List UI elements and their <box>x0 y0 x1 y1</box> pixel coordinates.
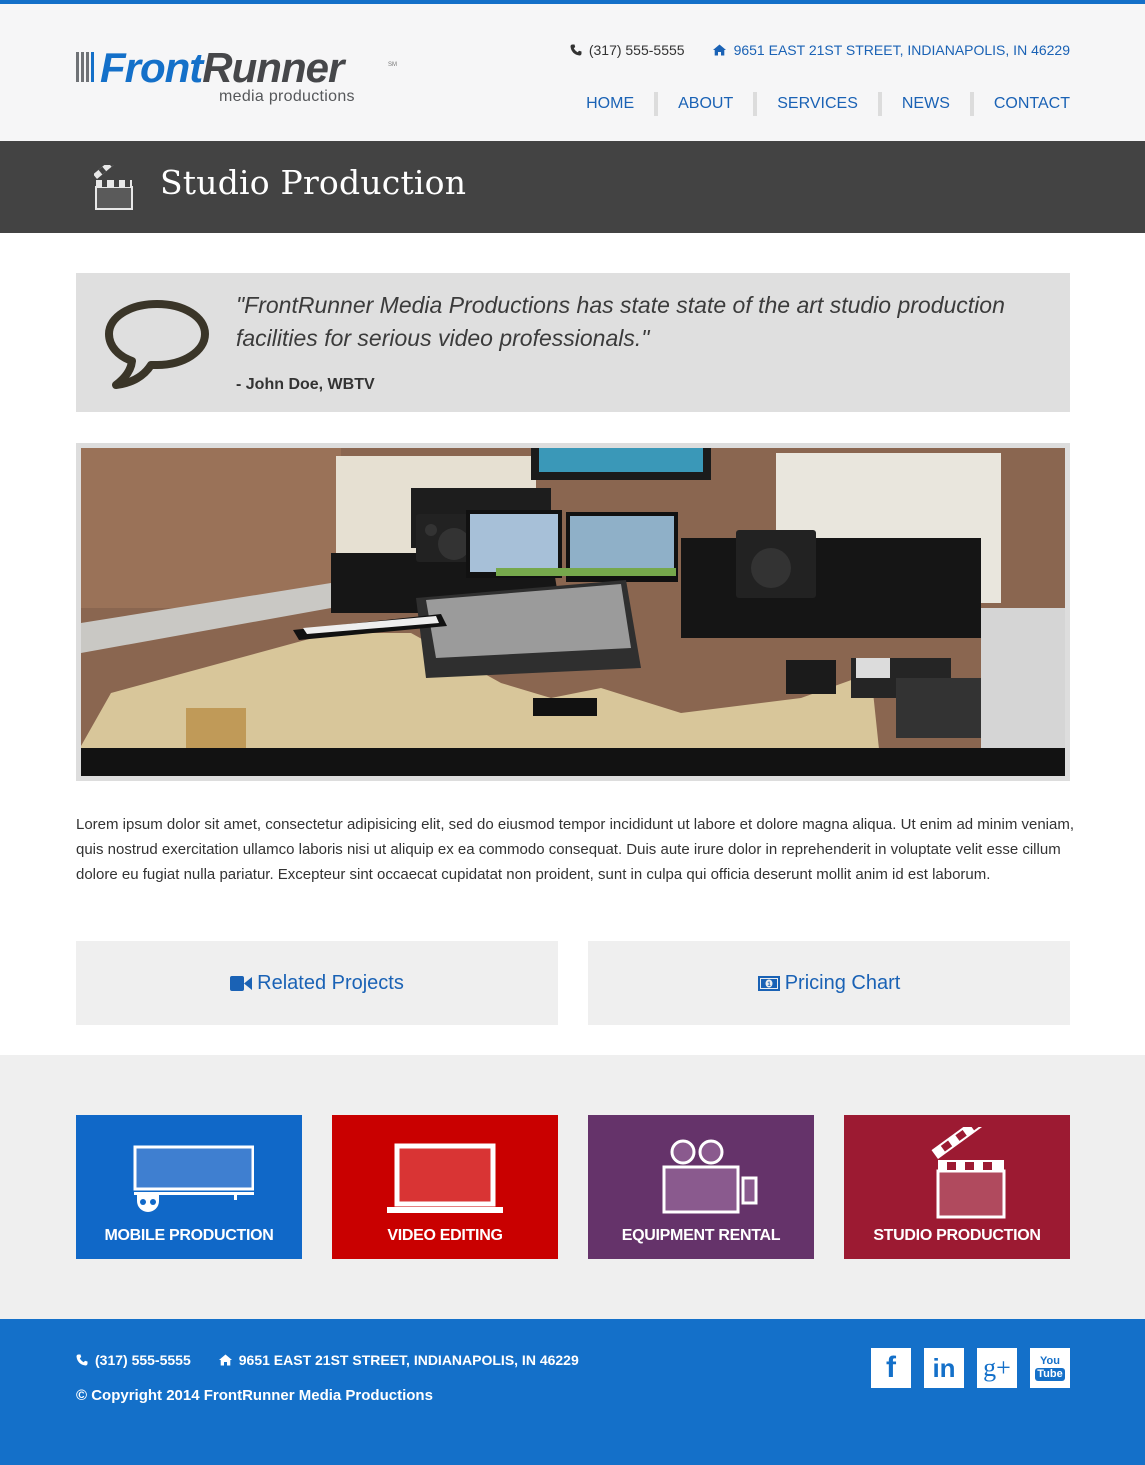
page-title: Studio Production <box>160 163 467 202</box>
google-plus-link[interactable]: g+ <box>977 1348 1017 1388</box>
nav-home[interactable]: HOME <box>586 95 634 113</box>
header-phone: (317) 555-5555 <box>570 42 685 58</box>
laptop-icon <box>387 1143 503 1213</box>
logo-wordmark: FrontRunner <box>100 44 344 92</box>
service-tile-equipment-rental[interactable]: EQUIPMENT RENTAL <box>588 1115 814 1259</box>
film-camera-icon <box>662 1139 758 1214</box>
logo-runner: Runner <box>202 44 344 91</box>
header-address: 9651 EAST 21ST STREET, INDIANAPOLIS, IN … <box>712 42 1070 58</box>
footer-address-text: 9651 EAST 21ST STREET, INDIANAPOLIS, IN … <box>238 1352 579 1368</box>
related-projects-button[interactable]: Related Projects <box>76 941 558 1025</box>
nav-divider <box>654 92 659 116</box>
nav-services[interactable]: SERVICES <box>777 95 858 113</box>
youtube-icon-top: You <box>1040 1354 1060 1367</box>
video-camera-icon <box>230 975 253 991</box>
testimonial: "FrontRunner Media Productions has state… <box>76 273 1070 412</box>
service-tile-label: STUDIO PRODUCTION <box>873 1227 1041 1244</box>
home-icon <box>218 1354 232 1366</box>
header-address-text: 9651 EAST 21ST STREET, INDIANAPOLIS, IN … <box>733 42 1070 58</box>
studio-photo <box>81 448 1065 776</box>
phone-icon <box>76 1354 88 1366</box>
facebook-icon: f <box>886 1351 896 1384</box>
studio-photo-illustration <box>81 448 1065 776</box>
nav-divider <box>753 92 758 116</box>
body-paragraph: Lorem ipsum dolor sit amet, consectetur … <box>76 816 1074 883</box>
page-title-band: Studio Production <box>0 141 1145 233</box>
service-tile-mobile-production[interactable]: MOBILE PRODUCTION <box>76 1115 302 1259</box>
pricing-chart-button[interactable]: 1 Pricing Chart <box>588 941 1070 1025</box>
logo-stripes-icon <box>76 52 98 82</box>
phone-icon <box>570 44 582 56</box>
footer-phone: (317) 555-5555 <box>76 1352 191 1368</box>
facebook-link[interactable]: f <box>871 1348 911 1388</box>
site-logo[interactable]: FrontRunner SM media productions <box>76 44 406 110</box>
youtube-link[interactable]: You Tube <box>1030 1348 1070 1388</box>
nav-contact[interactable]: CONTACT <box>994 95 1070 113</box>
pricing-chart-label: Pricing Chart <box>784 971 901 994</box>
money-icon: 1 <box>757 975 780 991</box>
testimonial-author: - John Doe, WBTV <box>236 376 375 393</box>
service-tile-label: VIDEO EDITING <box>387 1227 503 1244</box>
youtube-icon-bottom: Tube <box>1035 1367 1065 1381</box>
nav-divider <box>969 92 974 116</box>
logo-front: Front <box>100 44 203 91</box>
studio-photo-frame <box>76 443 1070 781</box>
header-contact: (317) 555-5555 9651 EAST 21ST STREET, IN… <box>570 42 1070 58</box>
linkedin-link[interactable]: in <box>924 1348 964 1388</box>
footer-address: 9651 EAST 21ST STREET, INDIANAPOLIS, IN … <box>218 1352 579 1368</box>
google-plus-icon: g+ <box>983 1353 1011 1382</box>
related-projects-label: Related Projects <box>257 971 404 994</box>
trailer-icon <box>133 1145 254 1212</box>
main-nav: HOME ABOUT SERVICES NEWS CONTACT <box>586 92 1070 116</box>
logo-tagline: media productions <box>219 88 355 105</box>
home-icon <box>712 44 726 56</box>
copyright: © Copyright 2014 FrontRunner Media Produ… <box>76 1387 433 1404</box>
services-band: MOBILE PRODUCTION VIDEO EDITING EQUIPMEN… <box>0 1055 1145 1319</box>
clapperboard-icon <box>931 1127 1006 1219</box>
clapperboard-icon <box>94 165 133 210</box>
nav-about[interactable]: ABOUT <box>678 95 733 113</box>
nav-news[interactable]: NEWS <box>902 95 950 113</box>
site-footer: (317) 555-5555 9651 EAST 21ST STREET, IN… <box>0 1319 1145 1465</box>
linkedin-icon: in <box>932 1352 956 1383</box>
footer-phone-text: (317) 555-5555 <box>95 1352 191 1368</box>
service-tile-studio-production[interactable]: STUDIO PRODUCTION <box>844 1115 1070 1259</box>
nav-divider <box>877 92 882 116</box>
social-links: f in g+ You Tube <box>871 1348 1070 1388</box>
testimonial-quote: "FrontRunner Media Productions has state… <box>236 292 1005 351</box>
service-tile-video-editing[interactable]: VIDEO EDITING <box>332 1115 558 1259</box>
speech-bubble-icon <box>105 300 209 389</box>
site-header: FrontRunner SM media productions (317) 5… <box>0 4 1145 141</box>
service-tile-label: EQUIPMENT RENTAL <box>621 1227 781 1244</box>
header-phone-text: (317) 555-5555 <box>588 42 685 58</box>
footer-contact: (317) 555-5555 9651 EAST 21ST STREET, IN… <box>76 1352 579 1368</box>
service-tile-label: MOBILE PRODUCTION <box>104 1227 274 1244</box>
logo-trademark: SM <box>388 62 397 68</box>
